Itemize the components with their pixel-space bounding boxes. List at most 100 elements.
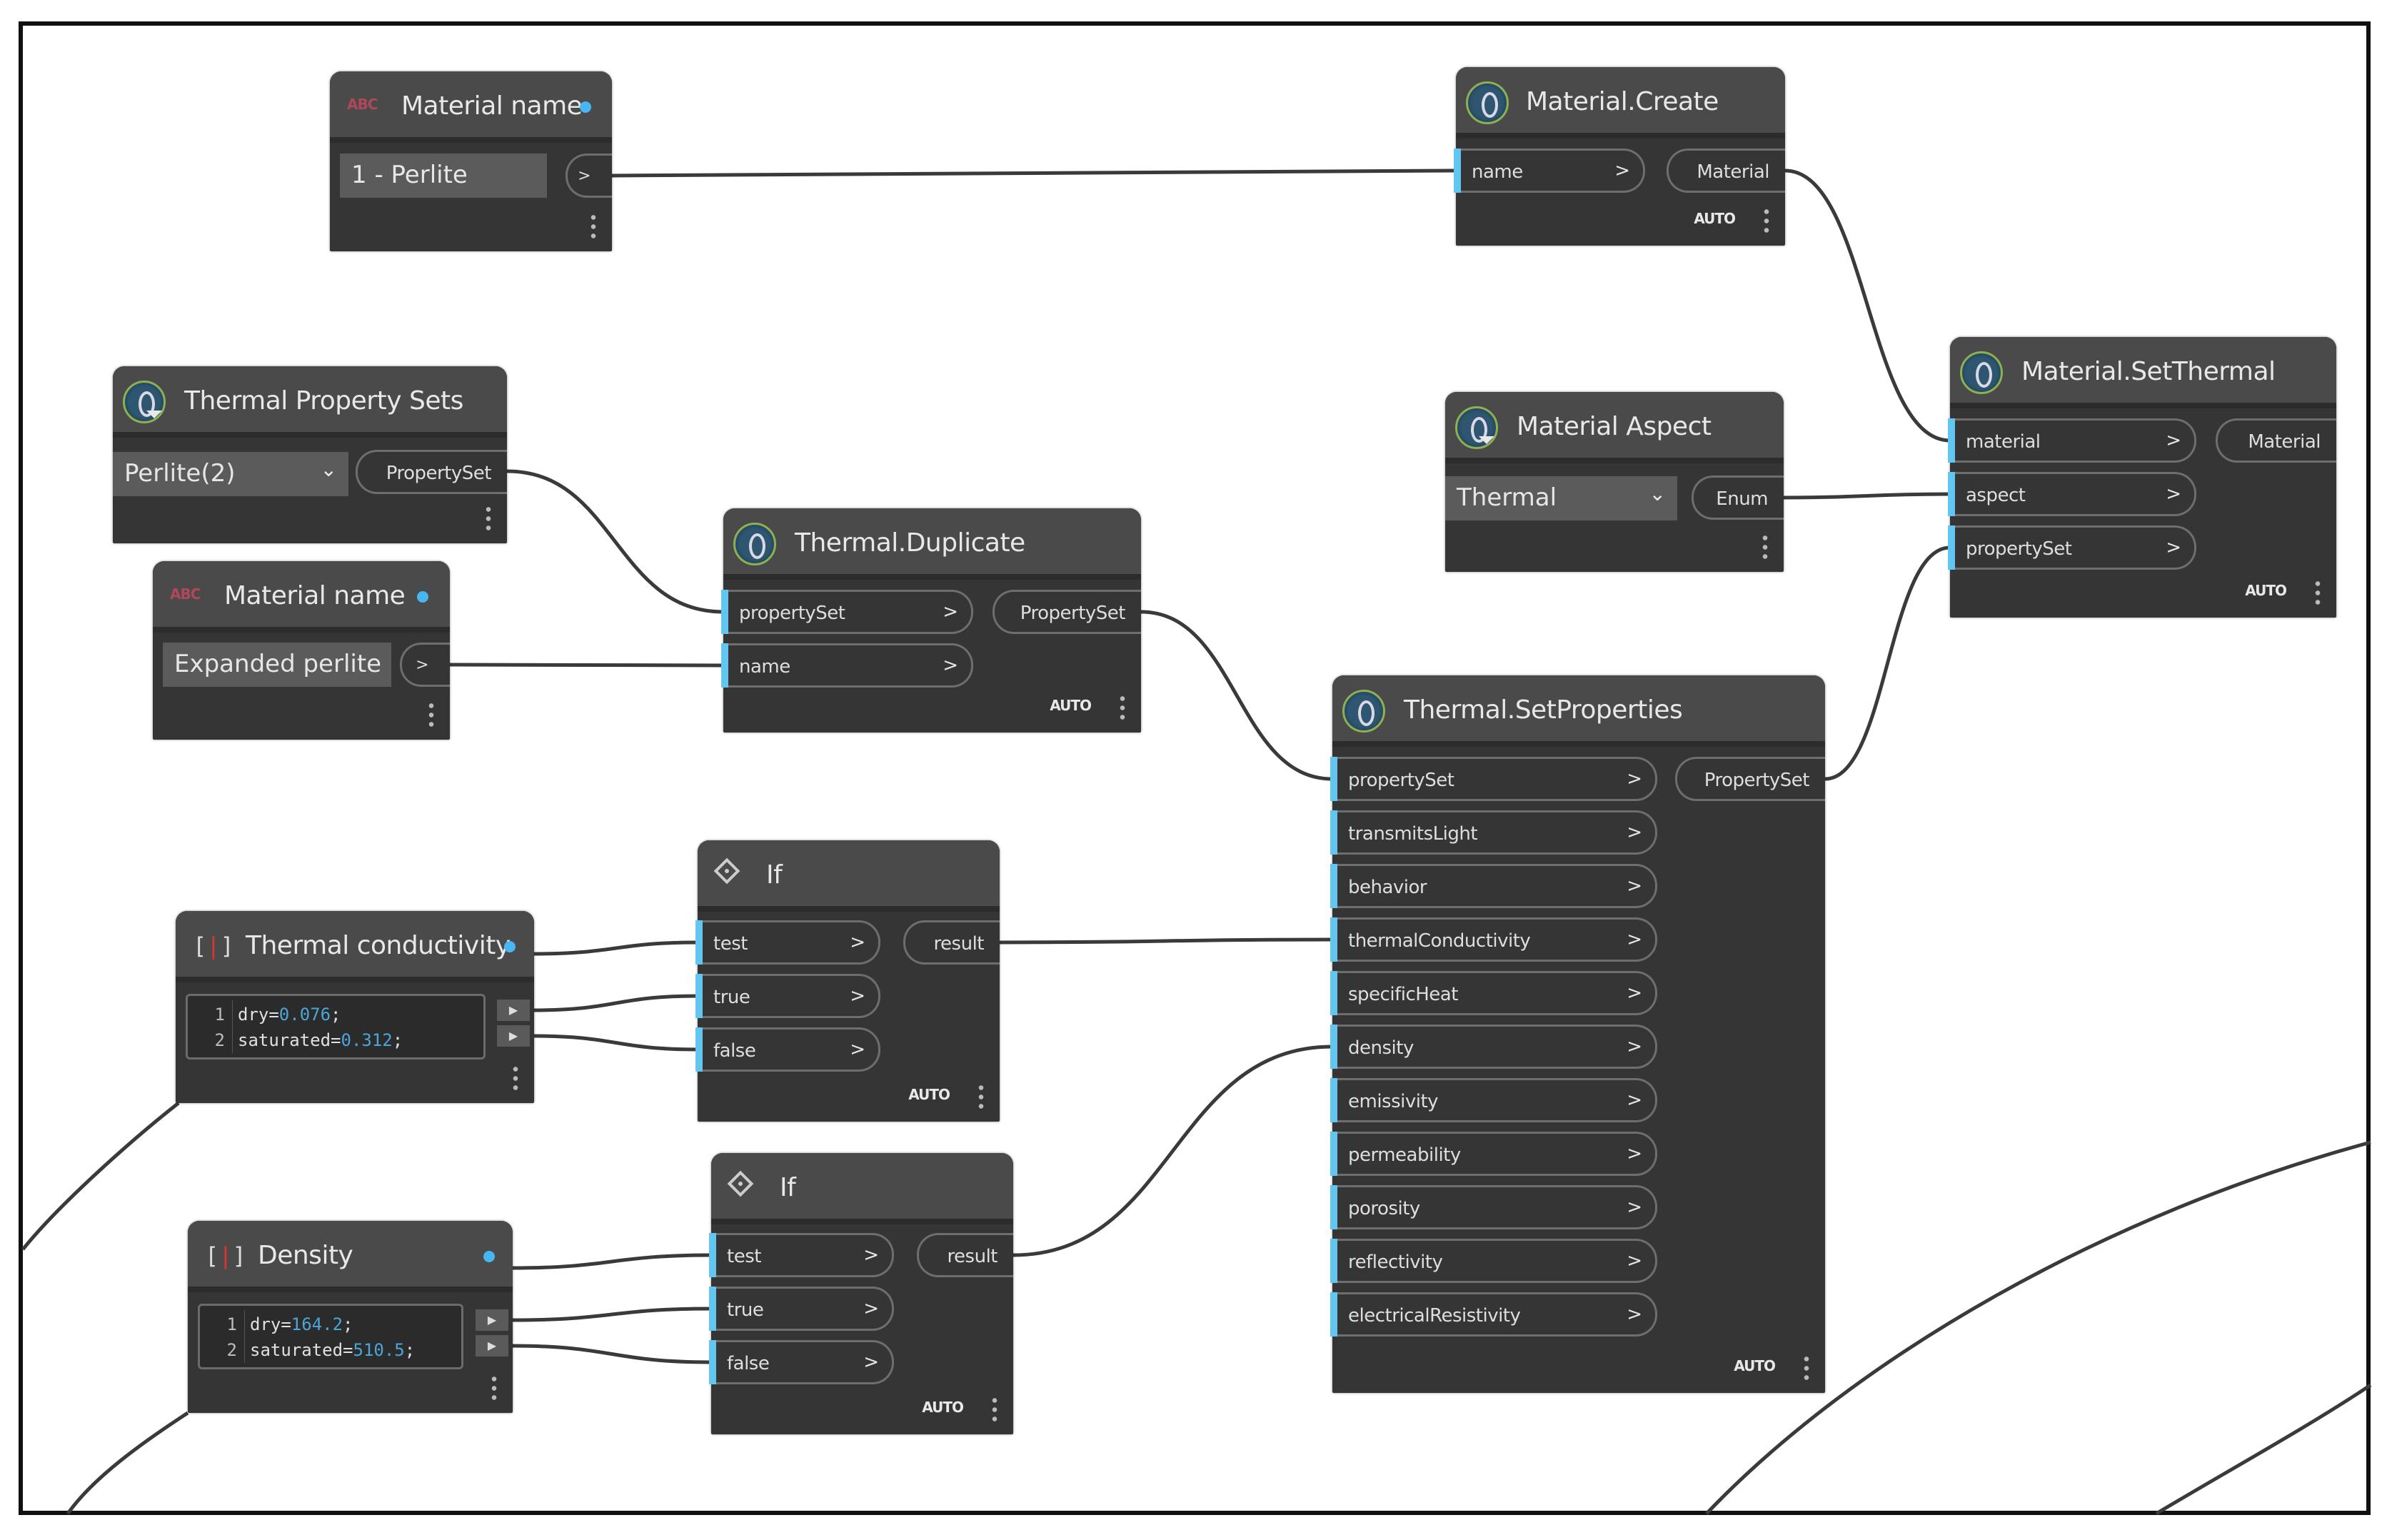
code-block-icon: [|]	[205, 1242, 246, 1269]
node-density[interactable]: [|] Density 1 2 dry=164.2; saturated=510…	[188, 1221, 513, 1413]
more-options-icon[interactable]	[513, 1065, 518, 1093]
output-port-saturated[interactable]: ▶	[476, 1335, 508, 1357]
node-material-name-1[interactable]: ABC Material name 1 - Perlite >	[330, 71, 612, 251]
lacing-label[interactable]: AUTO	[1050, 697, 1092, 714]
node-title: Thermal conductivity	[246, 931, 511, 960]
code-line[interactable]: dry=0.076;	[238, 1005, 341, 1025]
node-thermal-duplicate[interactable]: Thermal.Duplicate propertySet > name > P…	[721, 508, 1141, 733]
input-port-permeability[interactable]: permeability >	[1330, 1132, 1657, 1176]
more-options-icon[interactable]	[1804, 1354, 1809, 1383]
input-port-name[interactable]: name >	[1454, 149, 1645, 193]
input-port-porosity[interactable]: porosity >	[1330, 1185, 1657, 1229]
input-port-true[interactable]: true >	[709, 1287, 894, 1331]
input-port-propertyset[interactable]: propertySet >	[721, 590, 973, 634]
node-header[interactable]: If	[698, 840, 1000, 912]
node-header[interactable]: Thermal.Duplicate	[723, 508, 1141, 580]
lacing-label[interactable]: AUTO	[922, 1399, 964, 1416]
node-material-aspect[interactable]: Material Aspect Thermal ⌄ Enum	[1445, 392, 1784, 572]
output-port-result[interactable]: result	[917, 1233, 1013, 1277]
input-port-test[interactable]: test >	[709, 1233, 894, 1277]
input-port-true[interactable]: true >	[695, 974, 880, 1018]
more-options-icon[interactable]	[1764, 207, 1769, 236]
more-options-icon[interactable]	[428, 701, 434, 730]
more-options-icon[interactable]	[491, 1374, 497, 1403]
node-title: Material.Create	[1526, 87, 1719, 116]
node-header[interactable]: [|] Density	[188, 1221, 513, 1292]
revit-node-icon	[1466, 81, 1509, 124]
input-port-name[interactable]: name >	[721, 643, 973, 688]
node-header[interactable]: ABC Material name	[153, 561, 450, 633]
more-options-icon[interactable]	[591, 213, 596, 241]
code-line[interactable]: saturated=510.5;	[250, 1340, 415, 1360]
aspect-dropdown[interactable]: Thermal ⌄	[1445, 476, 1677, 520]
input-port-aspect[interactable]: aspect >	[1948, 472, 2196, 516]
node-title: Material name	[401, 91, 583, 121]
input-flag-icon	[417, 591, 428, 603]
more-options-icon[interactable]	[486, 505, 491, 533]
output-port-saturated[interactable]: ▶	[497, 1025, 530, 1047]
node-header[interactable]: Material.Create	[1456, 67, 1785, 139]
node-if-1[interactable]: If test > true > false > result AUTO	[695, 840, 1000, 1122]
node-header[interactable]: Thermal.SetProperties	[1332, 675, 1825, 747]
input-port-false[interactable]: false >	[695, 1027, 880, 1072]
output-port-propertyset[interactable]: PropertySet	[356, 450, 507, 494]
property-set-dropdown[interactable]: Perlite(2) ⌄	[113, 452, 348, 496]
node-material-setthermal[interactable]: Material.SetThermal material > aspect > …	[1948, 337, 2336, 618]
more-options-icon[interactable]	[1120, 694, 1125, 723]
input-port-propertyset[interactable]: propertySet >	[1948, 525, 2196, 570]
lacing-label[interactable]: AUTO	[1694, 210, 1736, 227]
output-port-enum[interactable]: Enum	[1692, 475, 1784, 520]
more-options-icon[interactable]	[978, 1083, 984, 1112]
node-thermal-conductivity[interactable]: [|] Thermal conductivity 1 2 dry=0.076; …	[176, 911, 534, 1103]
node-header[interactable]: If	[711, 1153, 1013, 1224]
input-port-reflectivity[interactable]: reflectivity >	[1330, 1239, 1657, 1283]
output-port-dry[interactable]: ▶	[476, 1309, 508, 1331]
output-port-material[interactable]: Material	[2216, 418, 2336, 463]
node-title: Material.SetThermal	[2021, 357, 2276, 386]
node-header[interactable]: ABC Material name	[330, 71, 612, 143]
output-port-propertyset[interactable]: PropertySet	[1675, 757, 1825, 801]
node-if-2[interactable]: If test > true > false > result AUTO	[709, 1153, 1013, 1434]
input-port-thermalconductivity[interactable]: thermalConductivity >	[1330, 917, 1657, 962]
lacing-label[interactable]: AUTO	[2245, 582, 2287, 599]
code-editor[interactable]: 1 2 dry=0.076; saturated=0.312;	[186, 994, 486, 1060]
node-header[interactable]: Material Aspect	[1445, 392, 1784, 463]
input-flag-icon	[504, 941, 516, 952]
node-header[interactable]: Material.SetThermal	[1950, 337, 2336, 408]
node-material-name-2[interactable]: ABC Material name Expanded perlite >	[153, 561, 450, 740]
output-port[interactable]: >	[400, 643, 450, 687]
code-editor[interactable]: 1 2 dry=164.2; saturated=510.5;	[198, 1304, 463, 1369]
input-port-test[interactable]: test >	[695, 920, 880, 965]
more-options-icon[interactable]	[1762, 533, 1768, 562]
output-port-result[interactable]: result	[903, 920, 1000, 965]
more-options-icon[interactable]	[2315, 579, 2321, 608]
string-value-input[interactable]: 1 - Perlite	[340, 154, 547, 198]
node-header[interactable]: Thermal Property Sets	[113, 366, 507, 438]
lacing-label[interactable]: AUTO	[1734, 1357, 1776, 1374]
string-value-input[interactable]: Expanded perlite	[163, 643, 391, 687]
more-options-icon[interactable]	[992, 1396, 997, 1424]
input-port-specificheat[interactable]: specificHeat >	[1330, 971, 1657, 1015]
output-port-propertyset[interactable]: PropertySet	[993, 590, 1141, 634]
output-port-material[interactable]: Material	[1667, 149, 1785, 193]
node-thermal-setproperties[interactable]: Thermal.SetProperties propertySet > transm…	[1330, 675, 1825, 1393]
input-port-false[interactable]: false >	[709, 1340, 894, 1384]
node-material-create[interactable]: Material.Create name > Material AUTO	[1454, 67, 1785, 246]
input-port-electricalresistivity[interactable]: electricalResistivity >	[1330, 1292, 1657, 1337]
input-flag-icon	[483, 1251, 495, 1262]
node-header[interactable]: [|] Thermal conductivity	[176, 911, 534, 982]
output-port[interactable]: >	[566, 154, 612, 198]
node-thermal-property-sets[interactable]: Thermal Property Sets Perlite(2) ⌄ Prope…	[113, 366, 507, 543]
input-port-propertyset[interactable]: propertySet >	[1330, 757, 1657, 801]
input-port-material[interactable]: material >	[1948, 418, 2196, 463]
code-line[interactable]: saturated=0.312;	[238, 1030, 403, 1050]
output-port-dry[interactable]: ▶	[497, 1000, 530, 1021]
node-title: Thermal.SetProperties	[1404, 695, 1683, 725]
code-line[interactable]: dry=164.2;	[250, 1314, 353, 1334]
input-port-emissivity[interactable]: emissivity >	[1330, 1078, 1657, 1122]
input-port-transmitslight[interactable]: transmitsLight >	[1330, 810, 1657, 855]
input-port-density[interactable]: density >	[1330, 1025, 1657, 1069]
lacing-label[interactable]: AUTO	[908, 1086, 950, 1103]
if-diamond-icon	[713, 857, 740, 885]
input-port-behavior[interactable]: behavior >	[1330, 864, 1657, 908]
